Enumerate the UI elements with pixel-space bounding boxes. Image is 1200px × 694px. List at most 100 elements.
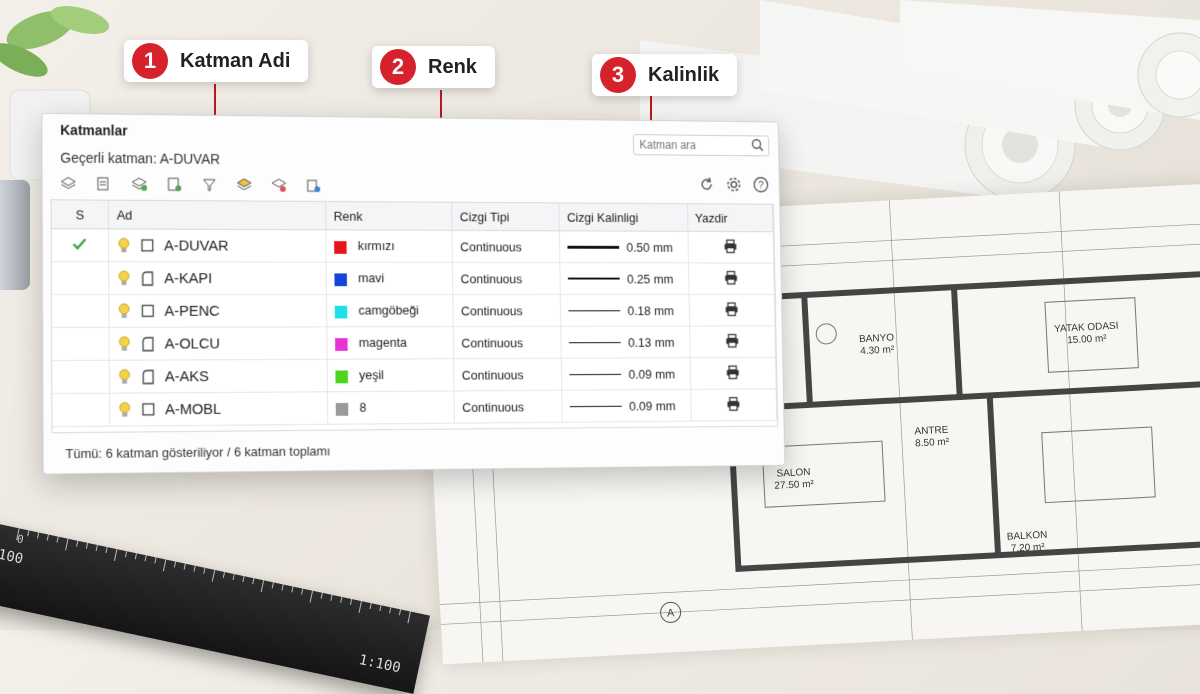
color-cell[interactable]: kırmızı — [326, 230, 453, 263]
table-row[interactable]: A-KAPI mavi Continuous 0.25 mm — [52, 262, 774, 295]
column-header-name[interactable]: Ad — [108, 201, 325, 230]
name-cell[interactable]: A-OLCU — [109, 327, 327, 360]
gear-icon[interactable] — [725, 175, 743, 194]
name-cell[interactable]: A-KAPI — [109, 262, 327, 295]
layer-name: A-AKS — [165, 368, 209, 385]
lineweight-preview — [569, 342, 621, 343]
printer-icon[interactable] — [723, 238, 738, 253]
lightbulb-icon[interactable] — [118, 368, 132, 386]
unlocked-icon[interactable] — [141, 369, 155, 385]
color-cell[interactable]: magenta — [326, 327, 453, 360]
freeze-checkbox-icon[interactable] — [141, 401, 155, 417]
color-cell[interactable]: 8 — [327, 391, 454, 424]
lightbulb-icon[interactable] — [117, 269, 131, 287]
column-header-lineweight[interactable]: Cizgi Kalinligi — [559, 203, 688, 231]
status-cell[interactable] — [52, 229, 109, 262]
color-cell[interactable]: mavi — [326, 262, 453, 294]
layer-stack-icon[interactable] — [58, 174, 78, 194]
linetype-cell[interactable]: Continuous — [454, 358, 562, 391]
new-layer-icon[interactable] — [129, 174, 149, 194]
plan-area-yatak: 15.00 m² — [1067, 333, 1108, 346]
table-row[interactable]: A-AKS yeşil Continuous 0.09 mm — [52, 357, 776, 393]
unlocked-icon[interactable] — [141, 336, 155, 352]
ruler-end-label: 1:100 — [357, 652, 402, 676]
layer-filter-icon[interactable] — [200, 175, 220, 195]
unlocked-icon[interactable] — [141, 270, 155, 286]
print-cell[interactable] — [690, 357, 776, 389]
color-swatch — [334, 305, 347, 318]
name-cell[interactable]: A-PENC — [109, 294, 327, 327]
lineweight-cell[interactable]: 0.13 mm — [561, 326, 690, 358]
lineweight-value: 0.09 mm — [628, 366, 675, 381]
status-cell[interactable] — [52, 262, 109, 295]
linetype-cell[interactable]: Continuous — [453, 326, 561, 358]
plan-area-balkon: 7.20 m² — [1011, 542, 1046, 555]
plan-axis-a: A — [667, 607, 676, 619]
lineweight-cell[interactable]: 0.09 mm — [562, 389, 691, 422]
ruler-ticks — [0, 520, 430, 635]
plan-area-antre: 8.50 m² — [915, 437, 950, 450]
name-cell[interactable]: A-DUVAR — [108, 229, 325, 262]
plan-label-balkon: BALKON — [1007, 530, 1048, 543]
color-cell[interactable]: yeşil — [327, 359, 454, 392]
table-row[interactable]: A-DUVAR kırmızı Continuous 0.50 mm — [52, 229, 774, 263]
table-row[interactable]: A-MOBL 8 Continuous 0.09 mm — [52, 389, 776, 427]
column-header-linetype[interactable]: Cizgi Tipi — [452, 203, 560, 231]
print-cell[interactable] — [689, 326, 775, 358]
linetype-cell[interactable]: Continuous — [453, 294, 561, 326]
lightbulb-icon[interactable] — [117, 302, 131, 320]
status-cell[interactable] — [52, 393, 109, 427]
column-header-print[interactable]: Yazdir — [687, 204, 773, 232]
printer-icon[interactable] — [726, 364, 741, 379]
device-decoration — [0, 180, 30, 290]
lineweight-cell[interactable]: 0.50 mm — [559, 231, 688, 263]
linetype-cell[interactable]: Continuous — [452, 262, 560, 294]
status-bar-text: Tümü: 6 katman gösteriliyor / 6 katman t… — [65, 444, 330, 462]
table-row[interactable]: A-OLCU magenta Continuous 0.13 mm — [52, 326, 775, 361]
print-cell[interactable] — [690, 389, 776, 421]
help-icon[interactable]: ? — [752, 175, 770, 194]
search-icon[interactable] — [751, 138, 764, 151]
layer-name: A-DUVAR — [164, 237, 229, 254]
layer-properties-icon[interactable] — [94, 174, 114, 194]
printer-icon[interactable] — [725, 333, 740, 348]
column-header-color[interactable]: Renk — [325, 202, 452, 230]
print-cell[interactable] — [688, 231, 774, 263]
lightbulb-icon[interactable] — [117, 236, 131, 254]
linetype-cell[interactable]: Continuous — [454, 390, 562, 423]
lineweight-cell[interactable]: 0.18 mm — [560, 294, 689, 326]
print-cell[interactable] — [688, 263, 774, 295]
status-cell[interactable] — [52, 327, 109, 360]
lineweight-preview — [570, 405, 622, 406]
layers-panel: Katmanlar Geçerli katman: A-DUVAR — [41, 113, 785, 475]
layer-isolate-icon[interactable] — [235, 175, 254, 195]
callout-2: 2 Renk — [372, 46, 495, 88]
printer-icon[interactable] — [724, 270, 739, 285]
panel-actions: ? — [697, 175, 770, 195]
lineweight-cell[interactable]: 0.09 mm — [561, 358, 690, 391]
status-cell[interactable] — [52, 294, 109, 327]
layer-states-icon[interactable] — [165, 174, 185, 194]
freeze-checkbox-icon[interactable] — [140, 237, 154, 253]
printer-icon[interactable] — [726, 396, 741, 411]
freeze-checkbox-icon[interactable] — [141, 303, 155, 319]
scale-ruler: 0 1:100 1:100 — [0, 520, 430, 694]
table-row[interactable]: A-PENC camgöbeği Continuous 0.18 mm — [52, 294, 775, 327]
svg-text:?: ? — [758, 180, 764, 191]
lineweight-cell[interactable]: 0.25 mm — [560, 263, 689, 295]
column-header-status[interactable]: S — [52, 200, 109, 229]
refresh-icon[interactable] — [697, 175, 715, 194]
print-cell[interactable] — [689, 294, 775, 326]
layer-search-input[interactable] — [633, 134, 769, 156]
color-swatch — [334, 241, 347, 254]
lightbulb-icon[interactable] — [117, 335, 131, 353]
name-cell[interactable]: A-AKS — [109, 359, 327, 393]
name-cell[interactable]: A-MOBL — [109, 392, 327, 426]
printer-icon[interactable] — [724, 301, 739, 316]
layer-merge-icon[interactable] — [269, 175, 288, 195]
linetype-cell[interactable]: Continuous — [452, 230, 560, 262]
lightbulb-icon[interactable] — [118, 401, 132, 419]
layer-delete-icon[interactable] — [304, 175, 323, 195]
status-cell[interactable] — [52, 360, 109, 393]
color-cell[interactable]: camgöbeği — [326, 294, 453, 326]
